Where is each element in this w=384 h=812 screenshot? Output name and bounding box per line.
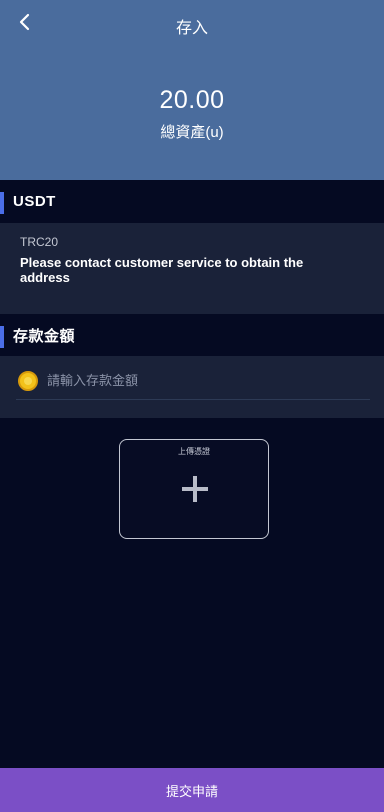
- accent-bar: [0, 326, 4, 348]
- total-balance: 20.00: [159, 86, 225, 114]
- upload-voucher-label: 上傳憑證: [178, 447, 210, 456]
- amount-input-row: [16, 362, 370, 400]
- amount-heading-text: 存款金額: [13, 327, 76, 345]
- network-name: TRC20: [20, 235, 59, 249]
- amount-section-heading: 存款金額: [0, 317, 384, 353]
- network-card: TRC20 Please contact customer service to…: [0, 223, 384, 314]
- header: 存入 20.00 總資產(u): [0, 0, 384, 180]
- amount-input-panel: [0, 356, 384, 418]
- deposit-page: 存入 20.00 總資產(u) USDT TRC20 Please contac…: [0, 0, 384, 812]
- deposit-address-text: Please contact customer service to obtai…: [20, 255, 304, 285]
- coin-icon: [18, 370, 38, 391]
- plus-icon: [182, 476, 208, 502]
- currency-section-heading: USDT: [0, 183, 384, 219]
- deposit-amount-input[interactable]: [47, 365, 370, 396]
- accent-bar: [0, 192, 4, 214]
- upload-voucher-button[interactable]: 上傳憑證: [119, 439, 269, 539]
- submit-button[interactable]: 提交申請: [0, 768, 384, 812]
- page-title: 存入: [175, 20, 208, 37]
- currency-heading-text: USDT: [13, 192, 56, 210]
- total-balance-label: 總資產(u): [160, 124, 224, 141]
